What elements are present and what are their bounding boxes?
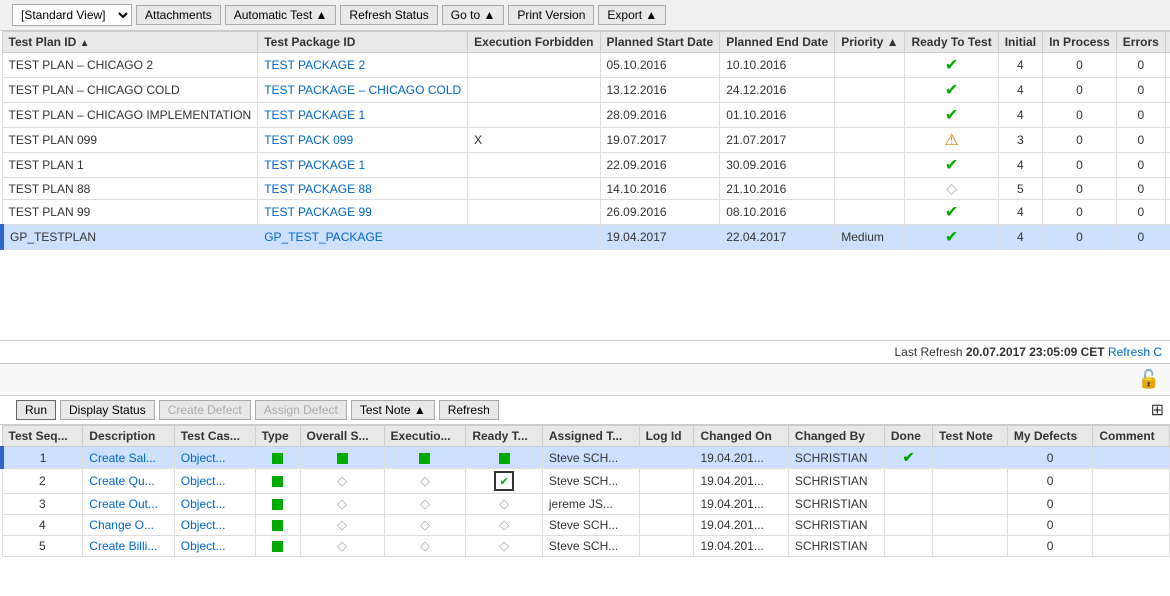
execution-lock-group: 🔓 <box>1132 369 1160 390</box>
table-row[interactable]: 5Create Billi...Object...◇◇◇Steve SCH...… <box>2 536 1170 557</box>
test-package-link[interactable]: TEST PACKAGE 1 <box>264 158 365 172</box>
main-table-area: Test Plan ID ▲ Test Package ID Execution… <box>0 31 1170 341</box>
test-package-link[interactable]: TEST PACKAGE – CHICAGO COLD <box>264 83 461 97</box>
test-sequence-group <box>44 373 48 387</box>
refresh-timestamp: 20.07.2017 23:05:09 CET <box>966 345 1105 359</box>
table-row: TEST PLAN 1 <box>2 153 258 178</box>
table-row: TEST PLAN – CHICAGO 2 <box>2 53 258 78</box>
main-table: Test Plan ID ▲ Test Package ID Execution… <box>0 31 1170 250</box>
test-package-link[interactable]: TEST PACK 099 <box>264 133 353 147</box>
col-header-readytotest[interactable]: Ready To Test <box>905 32 998 53</box>
grid-icon[interactable]: ⊞ <box>1151 402 1164 419</box>
table-row[interactable]: 2Create Qu...Object...◇◇✔Steve SCH...19.… <box>2 469 1170 494</box>
display-status-button[interactable]: Display Status <box>60 400 155 420</box>
lock-icon: 🔓 <box>1138 369 1160 390</box>
table-row[interactable]: 3Create Out...Object...◇◇◇jereme JS...19… <box>2 494 1170 515</box>
col-header-execforbidden[interactable]: Execution Forbidden <box>468 32 600 53</box>
col-header-plannedend[interactable]: Planned End Date <box>720 32 835 53</box>
col-type[interactable]: Type <box>255 426 300 447</box>
test-package-link[interactable]: TEST PACKAGE 2 <box>264 58 365 72</box>
table-row[interactable]: 1Create Sal...Object...Steve SCH...19.04… <box>2 447 1170 469</box>
go-to-button[interactable]: Go to ▲ <box>442 5 505 25</box>
col-seq[interactable]: Test Seq... <box>2 426 83 447</box>
refresh-button[interactable]: Refresh <box>439 400 499 420</box>
col-header-testplanid[interactable]: Test Plan ID ▲ <box>2 32 258 53</box>
col-header-initial[interactable]: Initial <box>998 32 1042 53</box>
col-header-inprocess[interactable]: In Process <box>1043 32 1117 53</box>
col-testcase[interactable]: Test Cas... <box>174 426 255 447</box>
automatic-test-button[interactable]: Automatic Test ▲ <box>225 5 337 25</box>
col-execution[interactable]: Executio... <box>384 426 466 447</box>
table-row[interactable]: TEST PLAN – CHICAGO IMPLEMENTATION TEST P… <box>2 103 1170 128</box>
test-note-button[interactable]: Test Note ▲ <box>351 400 435 420</box>
col-header-plannedstart[interactable]: Planned Start Date <box>600 32 720 53</box>
col-changedon[interactable]: Changed On <box>694 426 788 447</box>
col-logid[interactable]: Log Id <box>639 426 694 447</box>
table-row: TEST PLAN – CHICAGO IMPLEMENTATION <box>2 103 258 128</box>
table-row: TEST PLAN 88 <box>2 178 258 200</box>
table-row[interactable]: 4Change O...Object...◇◇◇Steve SCH...19.0… <box>2 515 1170 536</box>
col-header-errors[interactable]: Errors <box>1116 32 1165 53</box>
col-done[interactable]: Done <box>884 426 932 447</box>
refresh-label: Last Refresh <box>894 345 962 359</box>
col-assigned[interactable]: Assigned T... <box>542 426 639 447</box>
view-select[interactable]: [Standard View] <box>12 4 132 26</box>
export-button[interactable]: Export ▲ <box>598 5 666 25</box>
table-row[interactable]: TEST PLAN 99TEST PACKAGE 9926.09.201608.… <box>2 200 1170 225</box>
table-row: TEST PLAN – CHICAGO COLD <box>2 78 258 103</box>
grid-icon-container: ⊞ <box>1151 400 1164 420</box>
details-panel: 🔓 <box>0 364 1170 396</box>
test-package-link[interactable]: TEST PACKAGE 1 <box>264 108 365 122</box>
col-header-priority[interactable]: Priority ▲ <box>835 32 905 53</box>
attachments-button[interactable]: Attachments <box>136 5 221 25</box>
table-row[interactable]: TEST PLAN – CHICAGO 2TEST PACKAGE 205.10… <box>2 53 1170 78</box>
table-row[interactable]: TEST PLAN 1TEST PACKAGE 122.09.201630.09… <box>2 153 1170 178</box>
test-package-link[interactable]: TEST PACKAGE 99 <box>264 205 372 219</box>
refresh-link[interactable]: Refresh C <box>1108 345 1162 359</box>
create-defect-button[interactable]: Create Defect <box>159 400 251 420</box>
table-row[interactable]: GP_TESTPLANGP_TEST_PACKAGE19.04.201722.0… <box>2 225 1170 250</box>
table-row: TEST PLAN 99 <box>2 200 258 225</box>
col-changedby[interactable]: Changed By <box>788 426 884 447</box>
col-header-testpackageid[interactable]: Test Package ID <box>258 32 468 53</box>
col-comment[interactable]: Comment <box>1093 426 1170 447</box>
bottom-table: Test Seq... Description Test Cas... Type… <box>0 425 1170 557</box>
test-package-link[interactable]: GP_TEST_PACKAGE <box>264 230 382 244</box>
refresh-status-button[interactable]: Refresh Status <box>340 5 437 25</box>
bottom-table-area: Test Seq... Description Test Cas... Type… <box>0 425 1170 585</box>
test-cases-toolbar: Run Display Status Create Defect Assign … <box>16 400 499 420</box>
run-button[interactable]: Run <box>16 400 56 420</box>
assign-defect-button[interactable]: Assign Defect <box>255 400 347 420</box>
test-package-link[interactable]: TEST PACKAGE 88 <box>264 182 372 196</box>
table-row[interactable]: TEST PLAN 88TEST PACKAGE 8814.10.201621.… <box>2 178 1170 200</box>
col-overall[interactable]: Overall S... <box>300 426 384 447</box>
table-row[interactable]: TEST PLAN – CHICAGO COLD TEST PACKAGE – C… <box>2 78 1170 103</box>
table-row[interactable]: TEST PLAN 099TEST PACK 099X19.07.201721.… <box>2 128 1170 153</box>
test-cases-row: Run Display Status Create Defect Assign … <box>0 396 1170 425</box>
refresh-bar: Last Refresh 20.07.2017 23:05:09 CET Ref… <box>0 341 1170 364</box>
col-ready[interactable]: Ready T... <box>466 426 543 447</box>
top-toolbar: [Standard View] Attachments Automatic Te… <box>0 0 1170 31</box>
col-header-ok[interactable]: Ok <box>1165 32 1170 53</box>
col-mydefects[interactable]: My Defects <box>1007 426 1093 447</box>
details-of-group <box>10 373 14 387</box>
col-desc[interactable]: Description <box>83 426 175 447</box>
table-row: TEST PLAN 099 <box>2 128 258 153</box>
print-version-button[interactable]: Print Version <box>508 5 594 25</box>
table-row: GP_TESTPLAN <box>2 225 258 250</box>
col-testnote[interactable]: Test Note <box>933 426 1008 447</box>
